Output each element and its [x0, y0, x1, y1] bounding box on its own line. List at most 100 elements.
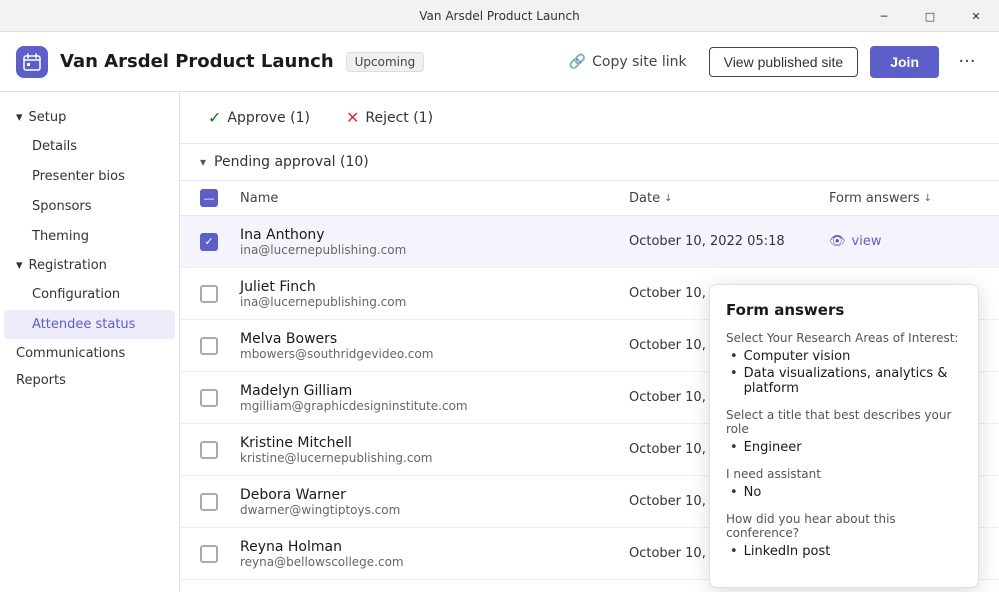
popup-answers-4: LinkedIn post — [726, 544, 962, 559]
reject-button[interactable]: ✕ Reject (1) — [338, 104, 441, 131]
sponsors-label: Sponsors — [32, 199, 92, 214]
sidebar-section-communications[interactable]: Communications — [0, 340, 179, 367]
form-answers-col-label: Form answers — [829, 191, 920, 206]
sort-icon-2: ↓ — [924, 193, 932, 204]
attendee-name: Ina Anthony — [240, 227, 629, 243]
configuration-label: Configuration — [32, 287, 120, 302]
popup-answers-3: No — [726, 485, 962, 500]
table-header: Name Date ↓ Form answers ↓ — [180, 181, 999, 216]
communications-label: Communications — [16, 346, 125, 361]
more-options-button[interactable]: ··· — [951, 46, 983, 78]
row-checkbox-7[interactable] — [200, 545, 218, 563]
join-button[interactable]: Join — [870, 46, 939, 78]
row-checkbox-5[interactable] — [200, 441, 218, 459]
topbar: Van Arsdel Product Launch Upcoming 🔗 Cop… — [0, 32, 999, 92]
popup-question-4: How did you hear about this conference? — [726, 512, 962, 540]
attendee-name: Melva Bowers — [240, 331, 629, 347]
view-label: view — [852, 234, 882, 249]
attendee-name: Debora Warner — [240, 487, 629, 503]
sidebar-item-presenter-bios[interactable]: Presenter bios — [4, 162, 175, 191]
row-checkbox-1[interactable] — [200, 233, 218, 251]
attendee-email: ina@lucernepublishing.com — [240, 295, 629, 309]
approve-button[interactable]: ✓ Approve (1) — [200, 104, 318, 131]
attendee-email: mbowers@southridgevideo.com — [240, 347, 629, 361]
header-name[interactable]: Name — [240, 189, 629, 207]
action-bar: ✓ Approve (1) ✕ Reject (1) — [180, 92, 999, 144]
attendee-email: reyna@bellowscollege.com — [240, 555, 629, 569]
sort-icon: ↓ — [664, 193, 672, 204]
eye-icon: 👁 — [829, 234, 846, 249]
sidebar-item-theming[interactable]: Theming — [4, 222, 175, 251]
name-col-label: Name — [240, 191, 278, 206]
header-date[interactable]: Date ↓ — [629, 189, 829, 207]
row-checkbox-4[interactable] — [200, 389, 218, 407]
pending-header[interactable]: ▾ Pending approval (10) — [180, 144, 999, 181]
sidebar-item-configuration[interactable]: Configuration — [4, 280, 175, 309]
chevron-down-icon-pending: ▾ — [200, 155, 206, 169]
popup-question-1: Select Your Research Areas of Interest: — [726, 331, 962, 345]
table-row: Juliet Finch ina@lucernepublishing.com O… — [180, 268, 999, 320]
popup-answer: No — [730, 485, 962, 500]
status-badge: Upcoming — [346, 52, 425, 72]
view-link[interactable]: 👁 view — [829, 234, 979, 249]
app-title: Van Arsdel Product Launch — [60, 51, 334, 72]
attendee-email: mgilliam@graphicdesigninstitute.com — [240, 399, 629, 413]
link-icon: 🔗 — [569, 54, 586, 70]
window-controls: ─ □ ✕ — [861, 0, 999, 32]
copy-site-link-button[interactable]: 🔗 Copy site link — [559, 48, 697, 76]
answer-text: Data visualizations, analytics & platfor… — [744, 366, 962, 396]
titlebar: Van Arsdel Product Launch ─ □ ✕ — [0, 0, 999, 32]
select-all-checkbox[interactable] — [200, 189, 218, 207]
presenter-bios-label: Presenter bios — [32, 169, 125, 184]
attendee-status-label: Attendee status — [32, 317, 135, 332]
row-checkbox-6[interactable] — [200, 493, 218, 511]
chevron-down-icon-reg: ▾ — [16, 258, 23, 273]
header-form-answers[interactable]: Form answers ↓ — [829, 189, 979, 207]
sidebar-item-sponsors[interactable]: Sponsors — [4, 192, 175, 221]
sidebar-item-details[interactable]: Details — [4, 132, 175, 161]
answer-text: Engineer — [744, 440, 802, 455]
close-button[interactable]: ✕ — [953, 0, 999, 32]
maximize-button[interactable]: □ — [907, 0, 953, 32]
app-icon — [16, 46, 48, 78]
attendee-email: ina@lucernepublishing.com — [240, 243, 629, 257]
attendee-name: Kristine Mitchell — [240, 435, 629, 451]
details-label: Details — [32, 139, 77, 154]
sidebar-section-setup[interactable]: ▾ Setup — [0, 104, 179, 131]
view-published-button[interactable]: View published site — [709, 47, 859, 77]
sidebar-item-attendee-status[interactable]: Attendee status — [4, 310, 175, 339]
date-col-label: Date — [629, 191, 660, 206]
sidebar-section-reports[interactable]: Reports — [0, 367, 179, 394]
content-area: ✓ Approve (1) ✕ Reject (1) ▾ Pending app… — [180, 92, 999, 592]
titlebar-title: Van Arsdel Product Launch — [419, 9, 579, 23]
popup-answers-2: Engineer — [726, 440, 962, 455]
answer-text: LinkedIn post — [744, 544, 831, 559]
popup-answer: Computer vision — [730, 349, 962, 364]
attendee-name: Reyna Holman — [240, 539, 629, 555]
popup-question-2: Select a title that best describes your … — [726, 408, 962, 436]
row-checkbox-2[interactable] — [200, 285, 218, 303]
check-icon: ✓ — [208, 108, 221, 127]
date-cell: October 10, 2022 05:18 — [629, 234, 829, 249]
row-checkbox-3[interactable] — [200, 337, 218, 355]
popup-answers-1: Computer vision Data visualizations, ana… — [726, 349, 962, 396]
attendee-name: Juliet Finch — [240, 279, 629, 295]
theming-label: Theming — [32, 229, 89, 244]
pending-header-label: Pending approval (10) — [214, 154, 369, 170]
chevron-down-icon: ▾ — [16, 110, 23, 125]
popup-title: Form answers — [726, 301, 962, 319]
registration-label: Registration — [29, 258, 107, 273]
sidebar-section-registration[interactable]: ▾ Registration — [0, 252, 179, 279]
reports-label: Reports — [16, 373, 66, 388]
copy-site-link-label: Copy site link — [592, 54, 686, 70]
answer-text: Computer vision — [744, 349, 851, 364]
main-layout: ▾ Setup Details Presenter bios Sponsors … — [0, 92, 999, 592]
minimize-button[interactable]: ─ — [861, 0, 907, 32]
table-row: Ina Anthony ina@lucernepublishing.com Oc… — [180, 216, 999, 268]
setup-label: Setup — [29, 110, 67, 125]
reject-label: Reject (1) — [365, 110, 433, 126]
attendee-email: dwarner@wingtiptoys.com — [240, 503, 629, 517]
sidebar: ▾ Setup Details Presenter bios Sponsors … — [0, 92, 180, 592]
x-icon: ✕ — [346, 108, 359, 127]
popup-answer: Data visualizations, analytics & platfor… — [730, 366, 962, 396]
